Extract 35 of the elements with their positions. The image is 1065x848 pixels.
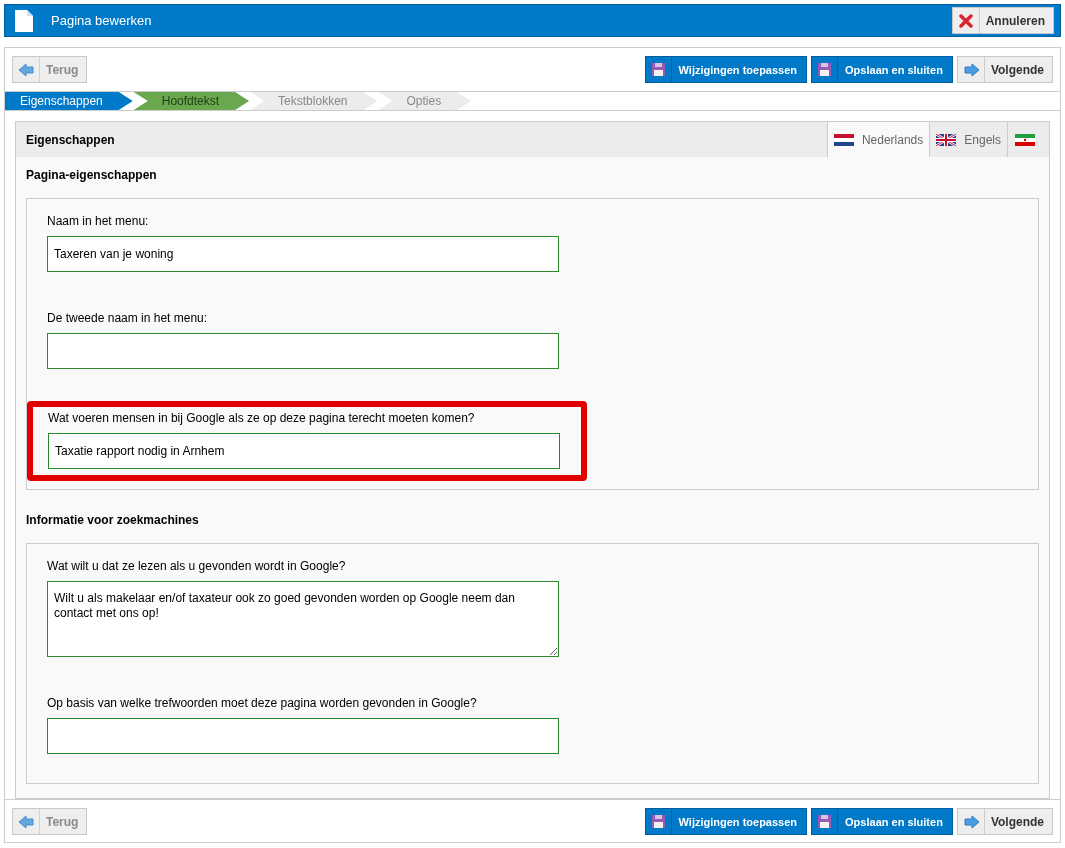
save-and-close-button[interactable]: Opslaan en sluiten — [811, 808, 953, 835]
apply-changes-button[interactable]: Wijzigingen toepassen — [644, 56, 808, 83]
field-label: De tweede naam in het menu: — [47, 311, 209, 325]
flag-icon — [833, 133, 854, 146]
wizard-step[interactable]: Tekstblokken — [250, 92, 378, 110]
section-title: Pagina-eigenschappen — [25, 167, 158, 184]
apply-changes-button[interactable]: Wijzigingen toepassen — [644, 808, 808, 835]
panel-title: Eigenschappen — [25, 131, 116, 149]
flag-icon — [1015, 133, 1035, 146]
arrow-left-icon — [18, 61, 34, 78]
flag-icon — [936, 133, 957, 146]
section-title: Informatie voor zoekmachines — [25, 512, 200, 529]
input-field[interactable]: Taxeren van je woning — [47, 236, 559, 272]
next-button[interactable]: Volgende — [956, 808, 1053, 835]
page-title: Pagina bewerken — [51, 13, 153, 28]
field-label: Wat wilt u dat ze lezen als u gevonden wordt in Google? — [47, 559, 347, 573]
wizard-step[interactable]: Opties — [378, 92, 472, 110]
field-label: Naam in het menu: — [47, 214, 150, 228]
arrow-left-icon — [18, 813, 34, 830]
wizard-step[interactable]: Hoofdtekst — [133, 92, 250, 110]
input-field[interactable] — [47, 718, 559, 754]
save-and-close-button[interactable]: Opslaan en sluiten — [811, 56, 953, 83]
field-label: Op basis van welke trefwoorden moet deze pagina worden gevonden in Google? — [47, 696, 478, 710]
arrow-right-icon — [961, 61, 980, 78]
input-field[interactable]: Taxatie rapport nodig in Arnhem — [48, 433, 560, 469]
arrow-right-icon — [961, 813, 980, 830]
close-icon — [958, 13, 973, 28]
document-icon — [15, 9, 33, 32]
next-button[interactable]: Volgende — [956, 56, 1053, 83]
text-area[interactable]: Wilt u als makelaar en/of taxateur ook zo goed gevonden worden op Google neem dan contact met ons op! — [47, 581, 559, 657]
cancel-button[interactable]: Annuleren — [951, 7, 1054, 34]
field-label: Wat voeren mensen in bij Google als ze op deze pagina terecht moeten komen? — [48, 411, 476, 425]
language-tab[interactable]: Nederlands — [826, 122, 930, 157]
wizard-step[interactable]: Eigenschappen — [5, 92, 133, 110]
input-field[interactable] — [47, 333, 559, 369]
